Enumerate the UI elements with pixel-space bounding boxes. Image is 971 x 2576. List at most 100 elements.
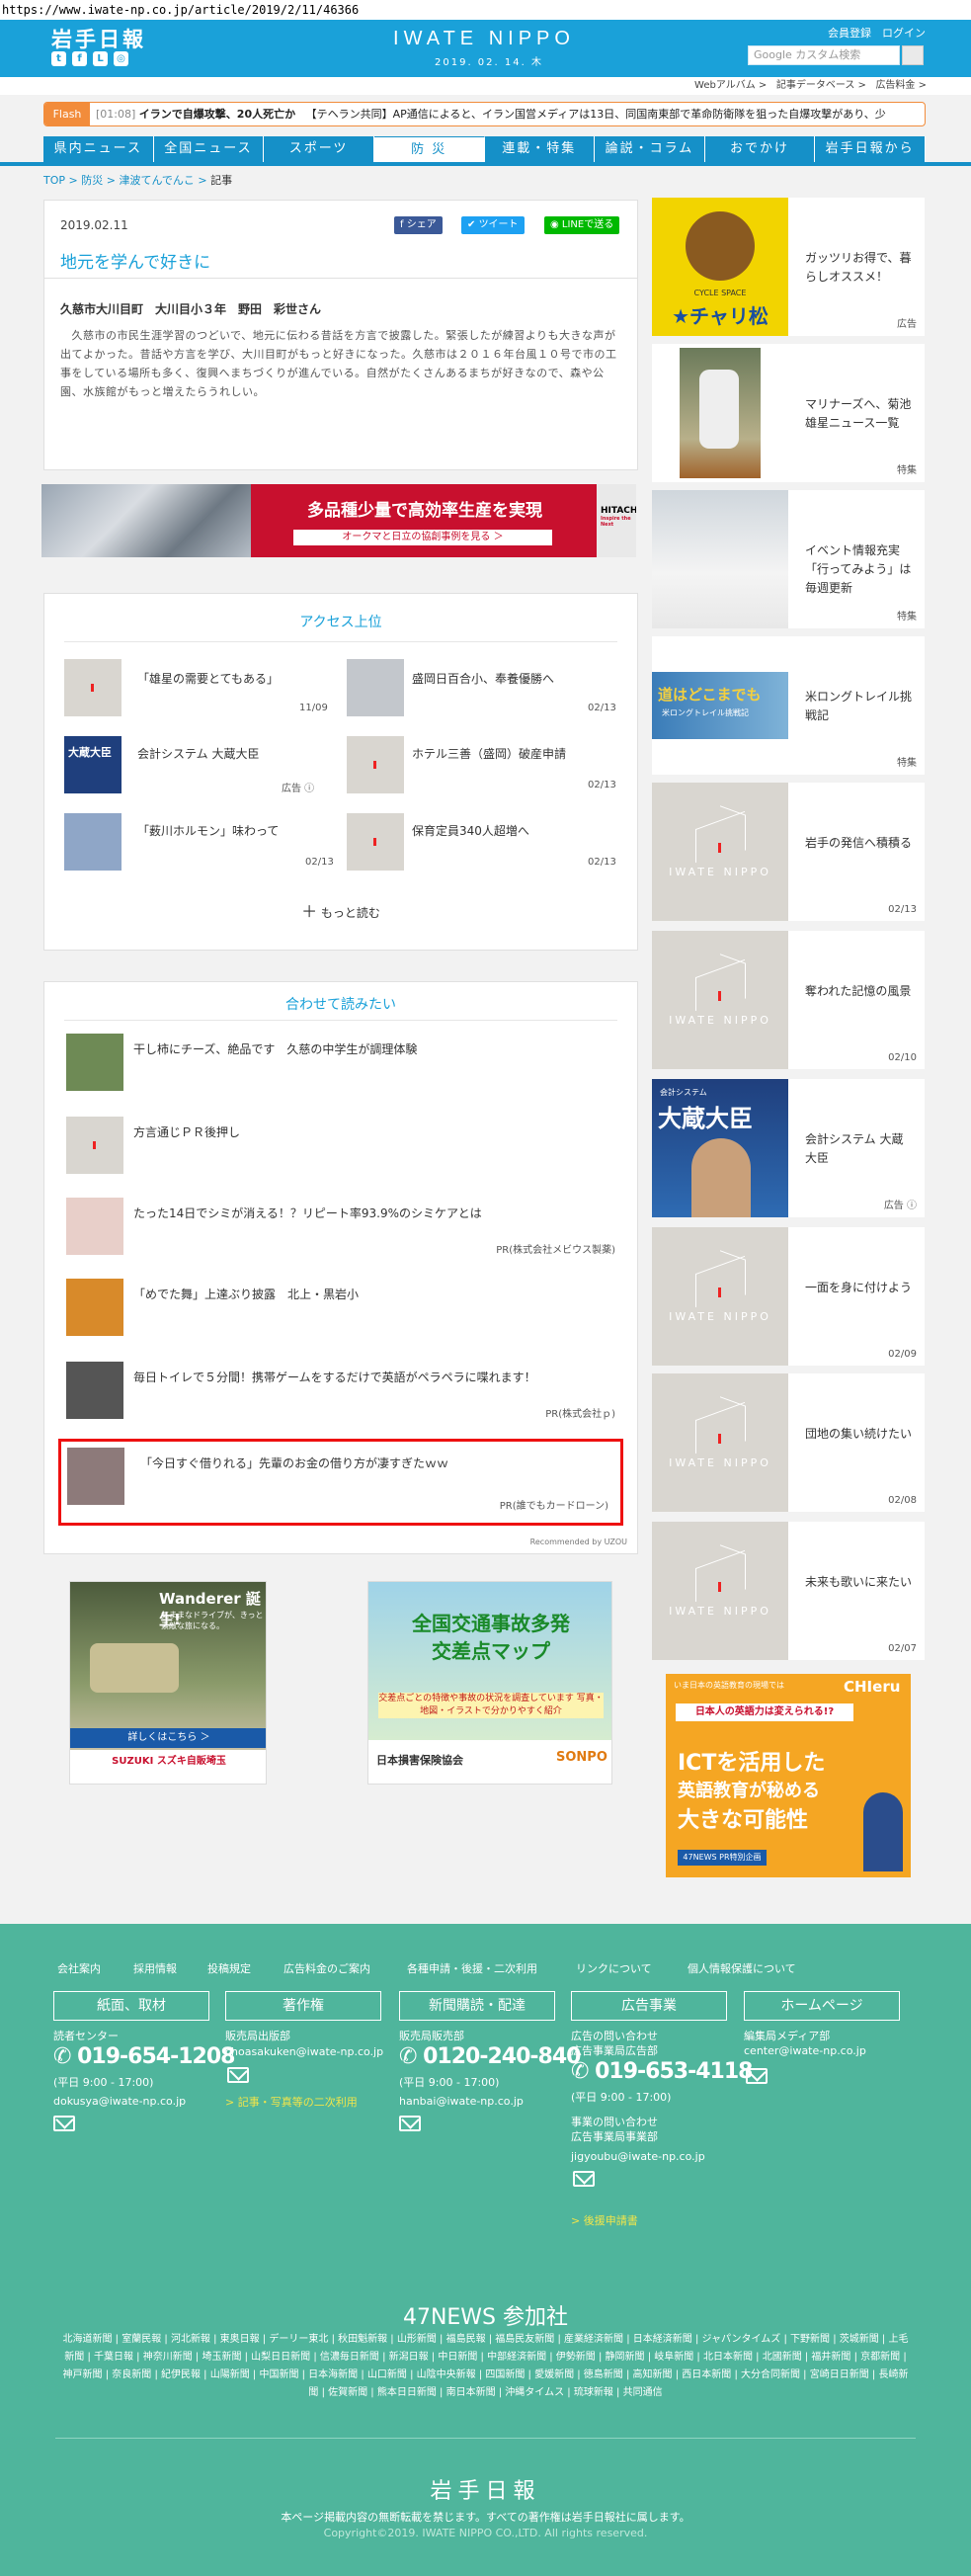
footer-col3-mail[interactable]: hanbai@iwate-np.co.jp [399, 2094, 524, 2109]
sidebar-text-4[interactable]: 米ロングトレイル挑戦記 [805, 688, 914, 725]
footer-link-submission[interactable]: 投稿規定 [207, 1960, 251, 1976]
footer-box-homepage[interactable]: ホームページ [744, 1991, 900, 2021]
sidebar-item-5[interactable]: IWATE NIPPO 岩手の発信へ積積る 02/13 [652, 783, 925, 921]
recommend-item-4[interactable]: 「めでた舞」上達ぶり披露 北上・黒岩小 [133, 1287, 617, 1302]
mail-icon[interactable] [746, 2068, 768, 2084]
recommend-item-3[interactable]: たった14日でシミが消える！？リピート率93.9%のシミケアとは [133, 1205, 617, 1221]
recommend-item-2[interactable]: 方言通じＰＲ後押し [133, 1124, 617, 1140]
footer-link-privacy[interactable]: 個人情報保護について [688, 1960, 796, 1976]
chieru-ad[interactable]: いま日本の英語教育の現場では CHIeru 日本人の英語力は変えられる!? IC… [666, 1674, 911, 1877]
footer-col3-phone[interactable]: ✆ 0120-240-840 [399, 2044, 581, 2069]
facebook-share-button[interactable]: f シェア [394, 216, 443, 234]
uzou-credit[interactable]: Recommended by UZOU [44, 1537, 627, 1546]
footer-link-ad-rates[interactable]: 広告料金のご案内 [283, 1960, 370, 1976]
mail-icon[interactable] [53, 2116, 75, 2131]
highlighted-recommend[interactable]: 「今日すぐ借りれる」先輩のお金の借り方が凄すぎたｗｗ PR(誰でもカードローン) [58, 1439, 623, 1526]
ad-rates-link[interactable]: 広告料金 > [875, 80, 927, 91]
access-thumb-5[interactable] [64, 813, 121, 871]
sidebar-text-6[interactable]: 奪われた記憶の風景 [805, 982, 914, 1001]
access-item-4[interactable]: ホテル三善（盛岡）破産申請 [412, 746, 590, 762]
twitter-share-button[interactable]: ✔ ツイート [461, 216, 525, 234]
crumb-tsunami[interactable]: 津波てんでんこ [119, 174, 194, 187]
member-papers[interactable]: 北海道新聞 | 室蘭民報 | 河北新報 | 東奥日報 | デーリー東北 | 秋田… [59, 2331, 912, 2402]
footer-link-recruit[interactable]: 採用情報 [133, 1960, 177, 1976]
access-item-3[interactable]: 会計システム 大蔵大臣 [137, 746, 315, 762]
nav-series[interactable]: 連載・特集 [484, 136, 596, 162]
nav-prefecture-news[interactable]: 県内ニュース [43, 136, 154, 162]
access-item-2[interactable]: 盛岡日百合小、奉養優勝へ [412, 671, 590, 687]
access-item-1[interactable]: 「雄星の需要とてもある」 [137, 671, 315, 687]
line-share-button[interactable]: ◉ LINEで送る [544, 216, 620, 234]
footer-link-company[interactable]: 会社案内 [57, 1960, 101, 1976]
mail-icon[interactable] [573, 2171, 595, 2187]
recommend-item-6[interactable]: 「今日すぐ借りれる」先輩のお金の借り方が凄すぎたｗｗ [140, 1455, 605, 1471]
traffic-map-ad[interactable]: 全国交通事故多発 交差点マップ 交差点ごとの特徴や事故の状況を調査しています 写… [367, 1581, 612, 1785]
footer-col1-phone[interactable]: ✆ 019-654-1208 [53, 2044, 235, 2069]
suzuki-ad[interactable]: Wanderer 誕生! 気ままなドライブが、きっと素敵な旅になる。 詳しくはこ… [69, 1581, 267, 1785]
mail-icon[interactable] [227, 2067, 249, 2083]
line-icon[interactable]: L [93, 51, 108, 66]
nav-from-iwate[interactable]: 岩手日報から [815, 136, 926, 162]
suzuki-ad-cta[interactable]: 詳しくはこちら ＞ [70, 1728, 266, 1748]
access-item-5[interactable]: 「薮川ホルモン」味わって [137, 823, 315, 839]
site-logo[interactable]: 岩手日報 [51, 24, 146, 53]
recommend-item-1[interactable]: 干し柿にチーズ、絶品です 久慈の中学生が調理体験 [133, 1041, 617, 1057]
sidebar-item-9[interactable]: IWATE NIPPO 団地の集い続けたい 02/08 [652, 1373, 925, 1512]
mail-icon[interactable] [399, 2116, 421, 2131]
nav-outing[interactable]: おでかけ [704, 136, 816, 162]
sidebar-item-10[interactable]: IWATE NIPPO 未来も歌いに来たい 02/07 [652, 1522, 925, 1660]
footer-col4-link[interactable]: > 後援申請書 [571, 2212, 638, 2228]
footer-link-applications[interactable]: 各種申請・後援・二次利用 [407, 1960, 537, 1976]
footer-col2-mail[interactable]: choasakuken@iwate-np.co.jp [225, 2044, 383, 2059]
sidebar-text-7[interactable]: 会計システム 大蔵大臣 [805, 1130, 914, 1168]
sidebar-text-3[interactable]: イベント情報充実「行ってみよう」は毎週更新 [805, 541, 914, 598]
sidebar-item-chari[interactable]: CYCLE SPACE ★チャリ松 ガッツリお得で、暮らしオススメ！ 広告 [652, 198, 925, 336]
footer-box-editorial[interactable]: 紙面、取材 [53, 1991, 209, 2021]
sidebar-text-1[interactable]: ガッツリお得で、暮らしオススメ！ [805, 249, 914, 287]
flash-text[interactable]: [01:08] イランで自爆攻撃、20人死亡か 【テヘラン共同】AP通信によると… [96, 103, 886, 125]
access-thumb-6[interactable] [347, 813, 404, 871]
sidebar-item-trail[interactable]: 道はどこまでも 米ロングトレイル挑戦記 米ロングトレイル挑戦記 特集 [652, 636, 925, 775]
access-thumb-4[interactable] [347, 736, 404, 793]
access-thumb-1[interactable] [64, 659, 121, 716]
read-more-link[interactable]: ＋ もっと読む [44, 898, 637, 922]
instagram-icon[interactable]: ◎ [114, 51, 128, 66]
nav-national-news[interactable]: 全国ニュース [153, 136, 265, 162]
recommend-thumb-4[interactable] [66, 1279, 123, 1336]
footer-col1-mail[interactable]: dokusya@iwate-np.co.jp [53, 2094, 186, 2109]
footer-link-links[interactable]: リンクについて [576, 1960, 652, 1976]
footer-col5-mail[interactable]: center@iwate-np.co.jp [744, 2043, 866, 2058]
sidebar-text-2[interactable]: マリナーズへ、菊池雄星ニュース一覧 [805, 395, 914, 433]
footer-col4-phone[interactable]: ✆ 019-653-4118 [571, 2059, 753, 2084]
recommend-thumb-2[interactable] [66, 1117, 123, 1174]
crumb-top[interactable]: TOP [43, 174, 65, 187]
access-thumb-2[interactable] [347, 659, 404, 716]
access-item-6[interactable]: 保育定員340人超増へ [412, 823, 590, 839]
flash-ticker[interactable]: Flash [01:08] イランで自爆攻撃、20人死亡か 【テヘラン共同】AP… [43, 102, 926, 126]
web-album-link[interactable]: Webアルバム > [694, 80, 767, 91]
masthead-logo[interactable]: IWATE NIPPO [385, 28, 583, 50]
hitachi-ad-banner[interactable]: 多品種少量で高効率生産を実現 オークマと日立の協創事例を見る ＞ HITACH I… [41, 484, 636, 557]
footer-col2-link[interactable]: > 記事・写真等の二次利用 [225, 2094, 358, 2110]
footer-box-advertising[interactable]: 広告事業 [571, 1991, 727, 2021]
nav-disaster[interactable]: 防 災 [373, 136, 485, 162]
recommend-item-5[interactable]: 毎日トイレで５分間！携帯ゲームをするだけで英語がペラペラに喋れます！ [133, 1370, 617, 1385]
twitter-icon[interactable]: t [51, 51, 66, 66]
nav-editorial[interactable]: 論説・コラム [595, 136, 705, 162]
article-db-link[interactable]: 記事データベース > [776, 80, 866, 91]
sidebar-text-10[interactable]: 未来も歌いに来たい [805, 1573, 914, 1592]
footer-box-copyright[interactable]: 著作権 [225, 1991, 381, 2021]
sidebar-item-events[interactable]: イベント情報充実「行ってみよう」は毎週更新 特集 [652, 490, 925, 628]
footer-logo[interactable]: 岩手日報 [0, 2473, 971, 2505]
nav-sports[interactable]: スポーツ [264, 136, 374, 162]
footer-col4-mail[interactable]: jigyoubu@iwate-np.co.jp [571, 2149, 705, 2164]
register-link[interactable]: 会員登録 [828, 25, 871, 41]
ad-cta[interactable]: オークマと日立の協創事例を見る ＞ [293, 530, 552, 545]
crumb-disaster[interactable]: 防災 [81, 174, 103, 187]
sidebar-item-kikuchi[interactable]: マリナーズへ、菊池雄星ニュース一覧 特集 [652, 344, 925, 482]
search-input[interactable]: Google カスタム検索 [748, 45, 900, 65]
sidebar-text-8[interactable]: 一面を身に付けよう [805, 1279, 914, 1297]
search-button[interactable] [902, 45, 924, 65]
sidebar-item-okura[interactable]: 会計システム 大蔵大臣 会計システム 大蔵大臣 広告 ⓘ [652, 1079, 925, 1217]
recommend-thumb-1[interactable] [66, 1034, 123, 1091]
